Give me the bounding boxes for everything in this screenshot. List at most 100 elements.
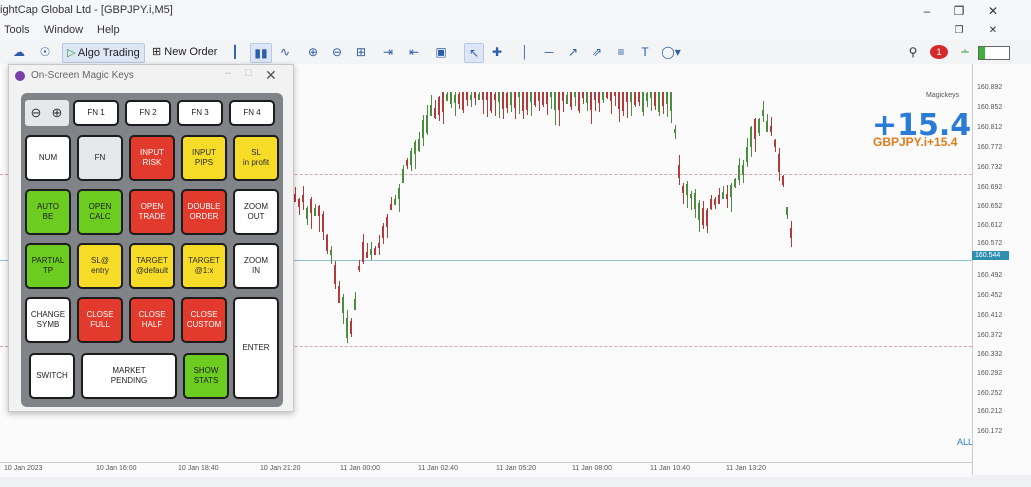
target-1x-key[interactable]: TARGET @1:x — [181, 243, 227, 289]
menu-window[interactable]: Window — [44, 24, 83, 36]
price-label: 160.772 — [977, 144, 1003, 151]
text-icon[interactable]: T — [636, 43, 654, 61]
signal-icon[interactable]: ∸ — [956, 43, 974, 61]
auto-be-key[interactable]: AUTO BE — [25, 189, 71, 235]
candle-body — [418, 138, 420, 151]
candle-body — [406, 160, 408, 166]
double-order-key[interactable]: DOUBLE ORDER — [181, 189, 227, 235]
line-chart-icon[interactable]: ∿ — [276, 43, 294, 61]
candle-body — [586, 92, 588, 103]
input-pips-key[interactable]: INPUT PIPS — [181, 135, 227, 181]
time-label: 10 Jan 16:00 — [96, 465, 137, 472]
panel-zoom-in-icon[interactable]: ⊕ — [48, 104, 66, 122]
candle-body — [566, 95, 568, 104]
zoom-out-icon[interactable]: ⊖ — [328, 43, 346, 61]
horizontal-line-icon[interactable]: ─ — [540, 43, 558, 61]
child-restore-icon[interactable]: ❐ — [950, 23, 968, 39]
candle-body — [466, 92, 468, 100]
open-calc-key[interactable]: OPEN CALC — [77, 189, 123, 235]
trendline-icon[interactable]: ↗ — [564, 43, 582, 61]
close-half-key[interactable]: CLOSE HALF — [129, 297, 175, 343]
candle-body — [362, 242, 364, 263]
panel-zoom-out-icon[interactable]: ⊖ — [27, 104, 45, 122]
close-custom-key[interactable]: CLOSE CUSTOM — [181, 297, 227, 343]
candle-body — [526, 92, 528, 111]
switch-key[interactable]: SWITCH — [29, 353, 75, 399]
candle-body — [414, 141, 416, 155]
candle-body — [674, 128, 676, 133]
zoom-in-icon[interactable]: ⊕ — [304, 43, 322, 61]
candle-body — [622, 92, 624, 112]
fn1-key[interactable]: FN 1 — [73, 100, 119, 126]
bar-chart-icon[interactable]: ┃ — [226, 43, 244, 61]
grid-icon[interactable]: ⊞ — [352, 43, 370, 61]
candle-body — [390, 203, 392, 211]
candle-body — [354, 299, 356, 310]
panel-header[interactable]: On-Screen Magic Keys – □ ✕ — [9, 65, 293, 87]
time-label: 11 Jan 05:20 — [496, 465, 536, 472]
candle-body — [494, 94, 496, 101]
shapes-icon[interactable]: ◯▾ — [658, 43, 684, 61]
channel-icon[interactable]: ⇗ — [588, 43, 606, 61]
restore-icon[interactable]: ❐ — [950, 3, 968, 19]
fn3-key[interactable]: FN 3 — [177, 100, 223, 126]
time-label: 10 Jan 21:20 — [260, 465, 301, 472]
candle-body — [642, 92, 644, 112]
search-icon[interactable]: ⚲ — [904, 43, 922, 61]
input-risk-key[interactable]: INPUT RISK — [129, 135, 175, 181]
candle-body — [442, 92, 444, 112]
num-key[interactable]: NUM — [25, 135, 71, 181]
time-label: 11 Jan 10:40 — [650, 465, 690, 472]
candle-body — [470, 94, 472, 100]
screenshot-icon[interactable]: ▣ — [432, 43, 450, 61]
algo-trading-button[interactable]: ▷ Algo Trading — [62, 43, 145, 63]
candle-body — [766, 120, 768, 133]
notifications-icon[interactable]: 1 — [930, 45, 948, 59]
zoom-in-key[interactable]: ZOOM IN — [233, 243, 279, 289]
cloud-icon[interactable]: ☁ — [10, 43, 28, 61]
scroll-chart-icon[interactable]: ⇥ — [378, 43, 398, 61]
crosshair-icon[interactable]: ✚ — [488, 43, 506, 61]
menu-bar: Tools Window Help ❐ ✕ — [0, 22, 1031, 40]
close-full-key[interactable]: CLOSE FULL — [77, 297, 123, 343]
candlestick-icon[interactable]: ▮▮ — [250, 43, 272, 63]
fibonacci-icon[interactable]: ≡ — [612, 43, 630, 61]
candle-body — [318, 206, 320, 216]
chart-shift-icon[interactable]: ⇤ — [404, 43, 424, 61]
panel-close-icon[interactable]: ✕ — [265, 67, 277, 84]
market-pending-key[interactable]: MARKET PENDING — [81, 353, 177, 399]
candle-body — [666, 92, 668, 104]
enter-key[interactable]: ENTER — [233, 297, 279, 399]
open-trade-key[interactable]: OPEN TRADE — [129, 189, 175, 235]
show-stats-key[interactable]: SHOW STATS — [183, 353, 229, 399]
cursor-icon[interactable]: ↖ — [464, 43, 484, 63]
new-order-button[interactable]: ⊞ New Order — [148, 43, 221, 61]
fn2-key[interactable]: FN 2 — [125, 100, 171, 126]
target-default-key[interactable]: TARGET @default — [129, 243, 175, 289]
zoom-out-key[interactable]: ZOOM OUT — [233, 189, 279, 235]
minimize-icon[interactable]: – — [918, 3, 936, 19]
menu-tools[interactable]: Tools — [4, 24, 30, 36]
sl-entry-key[interactable]: SL@ entry — [77, 243, 123, 289]
globe-icon[interactable]: ☉ — [36, 43, 54, 61]
sl-in-profit-key[interactable]: SL in profit — [233, 135, 279, 181]
candle-body — [606, 92, 608, 98]
menu-help[interactable]: Help — [97, 24, 120, 36]
child-close-icon[interactable]: ✕ — [984, 23, 1002, 39]
price-label: 160.852 — [977, 104, 1003, 111]
magic-keys-panel[interactable]: On-Screen Magic Keys – □ ✕ ⊖ ⊕ FN 1 FN 2… — [8, 64, 294, 412]
candle-body — [570, 92, 572, 108]
connection-status-icon[interactable] — [978, 46, 1010, 60]
candle-body — [730, 184, 732, 197]
close-icon[interactable]: ✕ — [984, 3, 1002, 19]
panel-minimize-icon[interactable]: – — [225, 67, 231, 79]
candle-body — [458, 93, 460, 105]
algo-trading-label: Algo Trading — [77, 47, 140, 59]
candle-body — [702, 207, 704, 226]
fn4-key[interactable]: FN 4 — [229, 100, 275, 126]
vertical-line-icon[interactable]: │ — [516, 43, 534, 61]
change-symbol-key[interactable]: CHANGE SYMB — [25, 297, 71, 343]
panel-maximize-icon[interactable]: □ — [245, 67, 252, 79]
partial-tp-key[interactable]: PARTIAL TP — [25, 243, 71, 289]
fn-key[interactable]: FN — [77, 135, 123, 181]
